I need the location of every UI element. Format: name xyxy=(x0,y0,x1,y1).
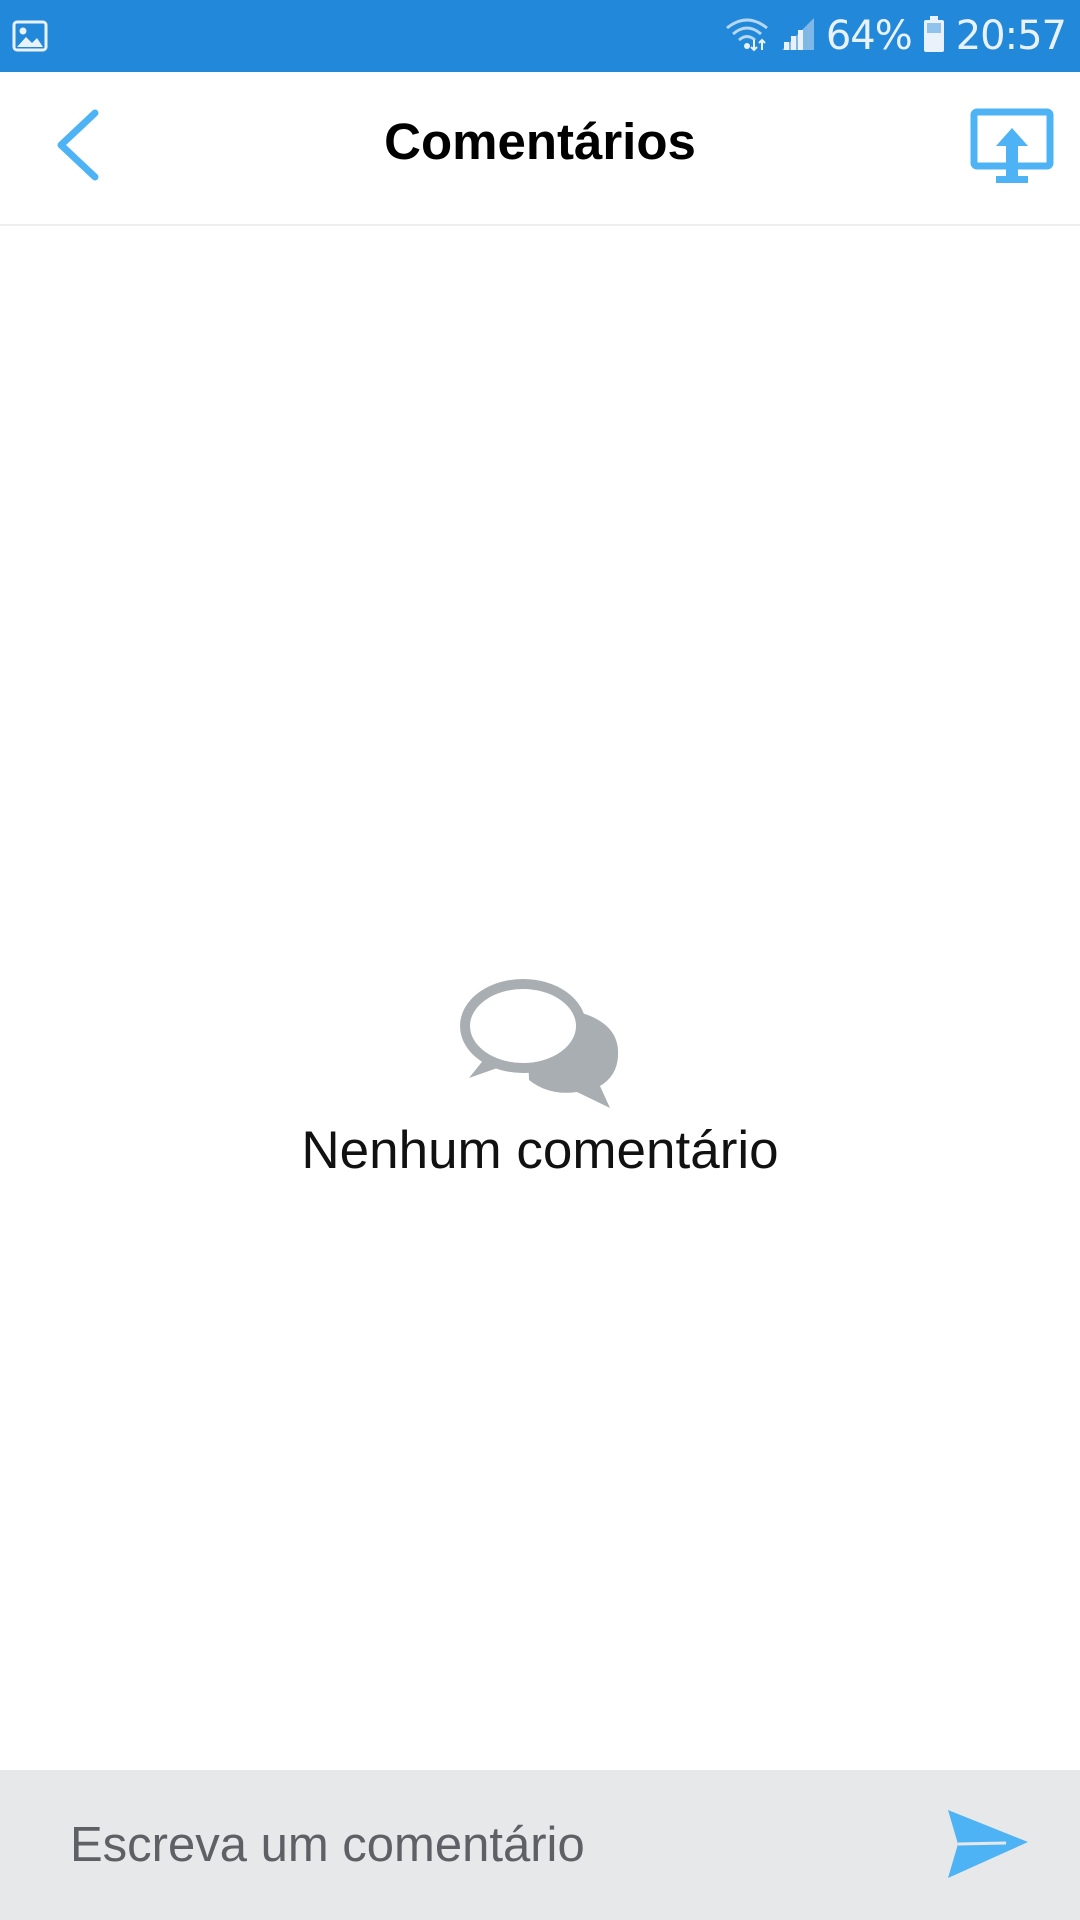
screen-share-icon xyxy=(970,108,1054,194)
battery-percent: 64% xyxy=(825,13,913,59)
gallery-icon xyxy=(12,18,48,54)
status-bar: 64% 20:57 xyxy=(0,0,1080,72)
empty-state-message: Nenhum comentário xyxy=(301,1121,779,1180)
share-screen-button[interactable] xyxy=(970,106,1054,190)
send-icon xyxy=(946,1810,1030,1886)
send-button[interactable] xyxy=(946,1806,1030,1882)
page-title: Comentários xyxy=(384,113,696,170)
wifi-icon xyxy=(724,14,770,59)
clock: 20:57 xyxy=(955,13,1067,59)
signal-icon xyxy=(780,14,816,59)
chat-bubbles-icon xyxy=(455,970,625,1110)
comment-input[interactable] xyxy=(60,1800,900,1890)
empty-state: Nenhum comentário xyxy=(0,970,1080,1181)
battery-icon xyxy=(922,14,946,59)
comment-composer xyxy=(0,1770,1080,1920)
app-header: Comentários xyxy=(0,72,1080,226)
